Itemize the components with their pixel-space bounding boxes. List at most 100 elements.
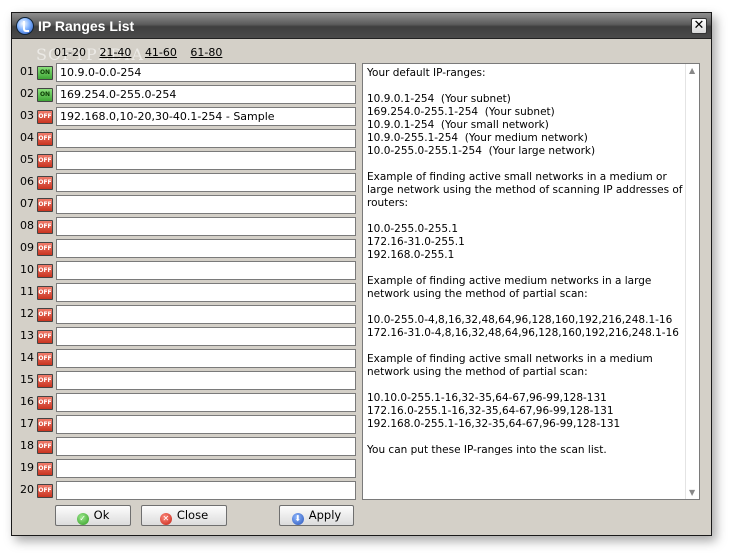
row-number: 17: [20, 417, 34, 430]
ip-range-row: 15 OFF: [20, 371, 360, 391]
row-number: 16: [20, 395, 34, 408]
ip-range-field[interactable]: [56, 371, 356, 390]
tab-61-80[interactable]: 61-80: [190, 46, 222, 59]
toggle-off-button[interactable]: OFF: [37, 374, 53, 388]
scroll-up-icon[interactable]: ▲: [689, 66, 695, 75]
arrow-down-icon: ⬇: [291, 513, 304, 525]
title-bar[interactable]: IP Ranges List ✕: [12, 13, 711, 39]
toggle-off-button[interactable]: OFF: [37, 396, 53, 410]
ip-range-field[interactable]: [56, 151, 356, 170]
toggle-off-button[interactable]: OFF: [37, 418, 53, 432]
toggle-off-button[interactable]: OFF: [37, 286, 53, 300]
row-number: 02: [20, 87, 34, 100]
ip-range-field[interactable]: [56, 261, 356, 280]
ip-range-row: 19 OFF: [20, 459, 360, 479]
ip-range-row: 09 OFF: [20, 239, 360, 259]
row-number: 14: [20, 351, 34, 364]
ip-range-field[interactable]: [56, 305, 356, 324]
close-button[interactable]: ✕ Close: [141, 505, 227, 526]
ip-range-row: 08 OFF: [20, 217, 360, 237]
ip-range-field[interactable]: 169.254.0-255.0-254: [56, 85, 356, 104]
window-title: IP Ranges List: [38, 18, 135, 34]
toggle-off-button[interactable]: OFF: [37, 440, 53, 454]
close-label: Close: [176, 508, 209, 522]
ip-range-row: 04 OFF: [20, 129, 360, 149]
tab-41-60[interactable]: 41-60: [145, 46, 177, 59]
ip-range-row: 14 OFF: [20, 349, 360, 369]
toggle-off-button[interactable]: OFF: [37, 330, 53, 344]
info-text: Your default IP-ranges: 10.9.0.1-254 (Yo…: [367, 67, 683, 456]
row-number: 08: [20, 219, 34, 232]
ip-range-field[interactable]: [56, 173, 356, 192]
info-panel[interactable]: Your default IP-ranges: 10.9.0.1-254 (Yo…: [362, 63, 700, 500]
row-number: 01: [20, 65, 34, 78]
row-number: 11: [20, 285, 34, 298]
ip-range-row: 05 OFF: [20, 151, 360, 171]
app-logo-icon: [16, 17, 34, 35]
ip-range-row: 18 OFF: [20, 437, 360, 457]
range-tabs: 01-20 21-40 41-60 61-80: [54, 46, 232, 59]
ip-range-field[interactable]: 10.9.0-0.0-254: [56, 63, 356, 82]
row-number: 04: [20, 131, 34, 144]
ip-range-field[interactable]: [56, 195, 356, 214]
ip-range-field[interactable]: 192.168.0,10-20,30-40.1-254 - Sample: [56, 107, 356, 126]
ip-range-field[interactable]: [56, 437, 356, 456]
ip-range-row: 16 OFF: [20, 393, 360, 413]
row-number: 18: [20, 439, 34, 452]
row-number: 09: [20, 241, 34, 254]
row-number: 10: [20, 263, 34, 276]
ip-range-row: 03 OFF 192.168.0,10-20,30-40.1-254 - Sampl…: [20, 107, 360, 127]
ip-range-field[interactable]: [56, 393, 356, 412]
ip-range-row: 11 OFF: [20, 283, 360, 303]
ip-range-field[interactable]: [56, 217, 356, 236]
row-number: 15: [20, 373, 34, 386]
ip-range-field[interactable]: [56, 415, 356, 434]
toggle-off-button[interactable]: OFF: [37, 264, 53, 278]
ip-range-row: 17 OFF: [20, 415, 360, 435]
ip-range-row: 07 OFF: [20, 195, 360, 215]
ok-label: Ok: [93, 508, 110, 522]
toggle-off-button[interactable]: OFF: [37, 154, 53, 168]
ip-range-row: 20 OFF: [20, 481, 360, 501]
ip-range-field[interactable]: [56, 481, 356, 500]
toggle-off-button[interactable]: OFF: [37, 352, 53, 366]
toggle-on-button[interactable]: ON: [37, 88, 53, 102]
row-number: 03: [20, 109, 34, 122]
ip-range-row: 06 OFF: [20, 173, 360, 193]
row-number: 06: [20, 175, 34, 188]
ip-range-row: 13 OFF: [20, 327, 360, 347]
toggle-off-button[interactable]: OFF: [37, 176, 53, 190]
check-icon: ✓: [76, 513, 89, 525]
tab-01-20[interactable]: 01-20: [54, 46, 86, 59]
ip-range-field[interactable]: [56, 349, 356, 368]
ip-range-row: 10 OFF: [20, 261, 360, 281]
toggle-off-button[interactable]: OFF: [37, 198, 53, 212]
tab-21-40[interactable]: 21-40: [99, 46, 131, 59]
ip-range-field[interactable]: [56, 129, 356, 148]
toggle-off-button[interactable]: OFF: [37, 110, 53, 124]
ip-range-field[interactable]: [56, 239, 356, 258]
toggle-off-button[interactable]: OFF: [37, 484, 53, 498]
toggle-on-button[interactable]: ON: [37, 66, 53, 80]
apply-label: Apply: [308, 508, 342, 522]
row-number: 19: [20, 461, 34, 474]
apply-button[interactable]: ⬇ Apply: [279, 505, 354, 526]
ip-range-row: 12 OFF: [20, 305, 360, 325]
toggle-off-button[interactable]: OFF: [37, 242, 53, 256]
row-number: 20: [20, 483, 34, 496]
toggle-off-button[interactable]: OFF: [37, 132, 53, 146]
ip-range-field[interactable]: [56, 327, 356, 346]
scrollbar[interactable]: ▲ ▼: [685, 64, 699, 499]
ok-button[interactable]: ✓ Ok: [55, 505, 131, 526]
row-number: 05: [20, 153, 34, 166]
toggle-off-button[interactable]: OFF: [37, 220, 53, 234]
toggle-off-button[interactable]: OFF: [37, 308, 53, 322]
toggle-off-button[interactable]: OFF: [37, 462, 53, 476]
ip-range-row: 02 ON 169.254.0-255.0-254: [20, 85, 360, 105]
x-icon: ✕: [159, 513, 172, 525]
ip-range-field[interactable]: [56, 459, 356, 478]
window-close-button[interactable]: ✕: [691, 18, 707, 34]
ip-range-field[interactable]: [56, 283, 356, 302]
scroll-down-icon[interactable]: ▼: [689, 488, 695, 497]
row-number: 12: [20, 307, 34, 320]
